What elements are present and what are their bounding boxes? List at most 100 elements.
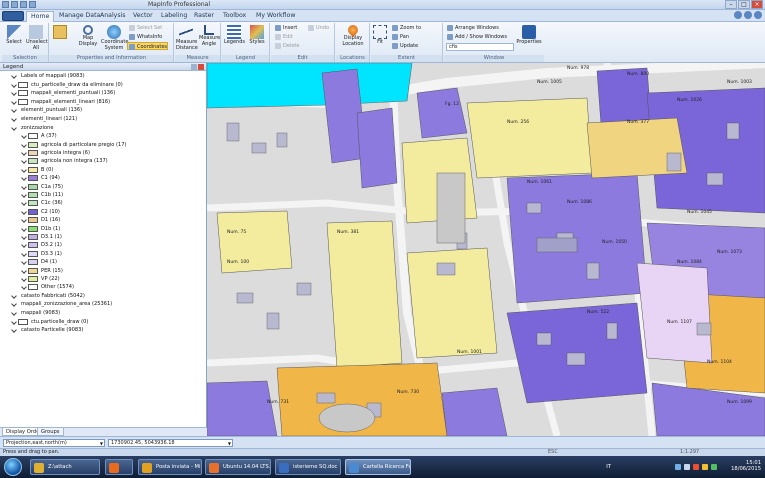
maximize-button[interactable]: □ bbox=[738, 0, 750, 9]
window-name-field[interactable]: cfis bbox=[446, 43, 514, 51]
legend-item[interactable]: D1b (1) bbox=[21, 225, 204, 233]
fit-button[interactable]: Fit bbox=[372, 24, 388, 54]
legend-item[interactable]: zonizzazione bbox=[3, 124, 204, 132]
close-button[interactable]: × bbox=[751, 0, 763, 9]
help-icon[interactable] bbox=[734, 11, 742, 19]
expand-icon[interactable] bbox=[3, 293, 8, 298]
open-icon[interactable] bbox=[11, 1, 18, 8]
network-icon[interactable] bbox=[675, 464, 681, 470]
zoom-to-button[interactable]: Zoom to bbox=[391, 24, 421, 32]
properties-big-button[interactable] bbox=[51, 24, 69, 54]
legend-item[interactable]: mappali_elementi_puntuali (136) bbox=[3, 89, 204, 97]
save-icon[interactable] bbox=[2, 1, 9, 8]
map-display-button[interactable]: Map Display bbox=[78, 24, 98, 54]
visibility-check-icon[interactable] bbox=[11, 318, 17, 325]
legend-item[interactable]: mappali_zonizzazione_area (25361) bbox=[3, 300, 204, 308]
undo-icon[interactable] bbox=[20, 1, 27, 8]
measure-angle-button[interactable]: Measure Angle bbox=[199, 24, 220, 54]
close-ribbon-icon[interactable] bbox=[754, 11, 762, 19]
taskbar-button[interactable] bbox=[105, 459, 133, 475]
properties-button[interactable]: Properties bbox=[516, 24, 542, 54]
legend-item[interactable]: D3.1 (1) bbox=[21, 233, 204, 241]
whats-info-button[interactable]: WhatsInfo bbox=[128, 33, 162, 41]
volume-icon[interactable] bbox=[684, 464, 690, 470]
legend-item[interactable]: elementi_lineari (121) bbox=[3, 115, 204, 123]
tab-groups[interactable]: Groups bbox=[37, 428, 64, 436]
pin-panel-icon[interactable] bbox=[191, 64, 197, 70]
visibility-check-icon[interactable] bbox=[21, 150, 27, 156]
legend-item[interactable]: catasto Fabbricati (5042) bbox=[3, 292, 204, 300]
tab-labeling[interactable]: Labeling bbox=[157, 11, 191, 22]
options-icon[interactable] bbox=[744, 11, 752, 19]
tab-my-workflow[interactable]: My Workflow bbox=[252, 11, 299, 22]
visibility-check-icon[interactable] bbox=[21, 217, 27, 224]
undo-button[interactable]: Undo bbox=[307, 24, 329, 32]
legends-button[interactable]: Legends bbox=[224, 24, 245, 54]
expand-icon[interactable] bbox=[3, 301, 8, 306]
visibility-check-icon[interactable] bbox=[11, 292, 17, 299]
tab-toolbox[interactable]: Toolbox bbox=[219, 11, 250, 22]
visibility-check-icon[interactable] bbox=[11, 310, 17, 316]
map-window[interactable]: Fg. 12 Num. 1005 Num. 978 Num. 800 Num. 1026… bbox=[207, 63, 765, 436]
antivirus-icon[interactable] bbox=[693, 464, 699, 470]
visibility-check-icon[interactable] bbox=[21, 234, 27, 240]
projection-select[interactable]: Projection,east,north(m) bbox=[3, 439, 105, 447]
application-menu-button[interactable] bbox=[2, 11, 24, 21]
flag-icon[interactable] bbox=[702, 464, 708, 470]
visibility-check-icon[interactable] bbox=[21, 242, 27, 249]
expand-icon[interactable] bbox=[3, 327, 8, 332]
coordinates-button[interactable]: Coordinates bbox=[127, 42, 169, 50]
update-icon[interactable] bbox=[711, 464, 717, 470]
pan-button[interactable]: Pan bbox=[391, 33, 409, 41]
insert-button[interactable]: Insert bbox=[274, 24, 297, 32]
visibility-check-icon[interactable] bbox=[21, 200, 27, 207]
visibility-check-icon[interactable] bbox=[11, 327, 17, 334]
expand-icon[interactable] bbox=[3, 125, 8, 130]
visibility-check-icon[interactable] bbox=[11, 107, 17, 114]
visibility-check-icon[interactable] bbox=[21, 259, 27, 266]
visibility-check-icon[interactable] bbox=[11, 116, 17, 122]
legend-item[interactable]: C1c (36) bbox=[21, 199, 204, 207]
close-panel-icon[interactable] bbox=[198, 64, 204, 70]
taskbar-button[interactable]: isterieme SQ.doc bbox=[275, 459, 341, 475]
legend-item[interactable]: D3.2 (1) bbox=[21, 241, 204, 249]
visibility-check-icon[interactable] bbox=[11, 124, 17, 131]
visibility-check-icon[interactable] bbox=[21, 276, 27, 282]
expand-icon[interactable] bbox=[3, 99, 8, 104]
visibility-check-icon[interactable] bbox=[21, 141, 27, 148]
visibility-check-icon[interactable] bbox=[21, 192, 27, 198]
visibility-check-icon[interactable] bbox=[11, 73, 17, 79]
legend-item[interactable]: C1a (75) bbox=[21, 183, 204, 191]
arrange-windows-button[interactable]: Arrange Windows bbox=[446, 24, 499, 32]
visibility-check-icon[interactable] bbox=[21, 133, 27, 140]
map-canvas[interactable]: Fg. 12 Num. 1005 Num. 978 Num. 800 Num. 1026… bbox=[207, 63, 765, 436]
taskbar-button[interactable]: Cartella Ricerca Formaz... bbox=[345, 459, 411, 475]
coordinate-value-field[interactable]: 1730902.45, 5043936.18 bbox=[108, 439, 233, 447]
visibility-check-icon[interactable] bbox=[21, 225, 27, 232]
delete-button[interactable]: Delete bbox=[274, 42, 299, 50]
visibility-check-icon[interactable] bbox=[11, 81, 17, 88]
print-icon[interactable] bbox=[29, 1, 36, 8]
visibility-check-icon[interactable] bbox=[11, 90, 17, 97]
expand-icon[interactable] bbox=[3, 310, 8, 315]
legend-item[interactable]: ctu_particelle_draw da eliminare (0) bbox=[3, 81, 204, 89]
select-button[interactable]: Select bbox=[4, 24, 24, 54]
legend-item[interactable]: D3.3 (1) bbox=[21, 250, 204, 258]
add-show-windows-button[interactable]: Add / Show Windows bbox=[446, 33, 507, 41]
styles-button[interactable]: Styles bbox=[247, 24, 267, 54]
expand-icon[interactable] bbox=[3, 82, 8, 87]
legend-item[interactable]: catasto Particelle (9083) bbox=[3, 326, 204, 334]
legend-item[interactable]: agricola non integra (137) bbox=[21, 157, 204, 165]
tab-raster[interactable]: Raster bbox=[190, 11, 218, 22]
legend-item[interactable]: Labels of mappali (9083) bbox=[3, 72, 204, 80]
legend-item[interactable]: C2 (10) bbox=[21, 208, 204, 216]
visibility-check-icon[interactable] bbox=[21, 208, 27, 215]
legend-item[interactable]: B (0) bbox=[21, 166, 204, 174]
update-button[interactable]: Update bbox=[391, 42, 418, 50]
edit-button[interactable]: Edit bbox=[274, 33, 293, 41]
legend-item[interactable]: ctu.particelle_draw (0) bbox=[3, 318, 204, 326]
display-location-button[interactable]: Display Location bbox=[339, 22, 367, 54]
expand-icon[interactable] bbox=[3, 73, 8, 78]
visibility-check-icon[interactable] bbox=[21, 250, 27, 257]
legend-item[interactable]: mappali (9083) bbox=[3, 309, 204, 317]
